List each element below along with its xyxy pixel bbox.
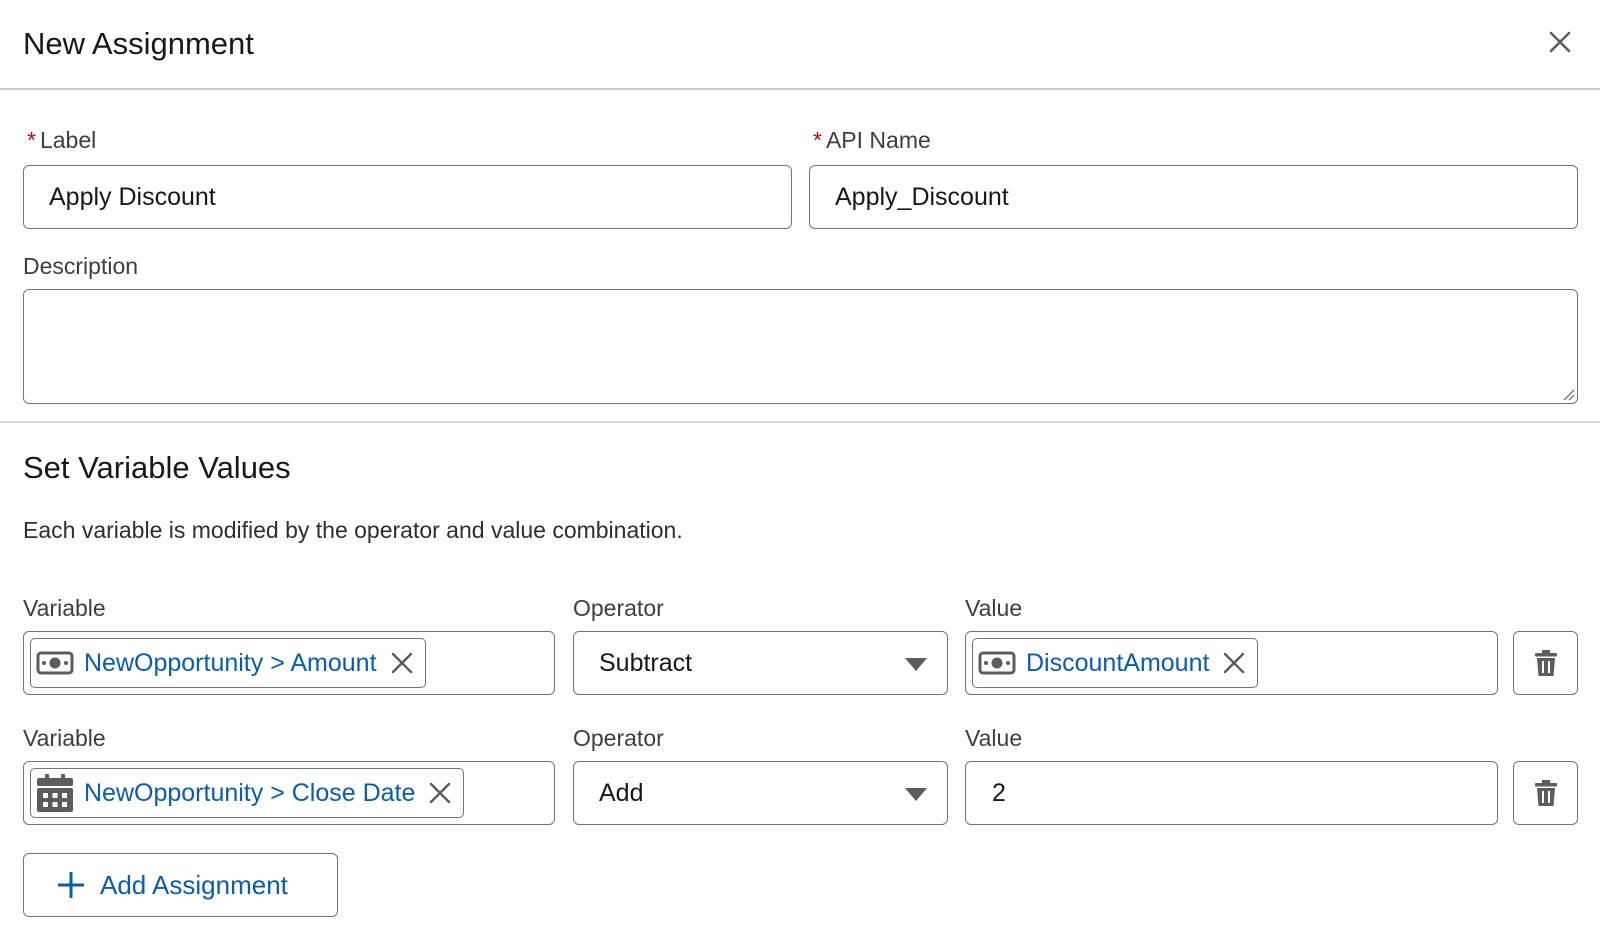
plus-icon — [58, 872, 84, 898]
delete-assignment-button[interactable] — [1513, 761, 1578, 825]
remove-variable-button[interactable] — [425, 778, 455, 808]
operator-select[interactable]: Subtract — [573, 631, 948, 695]
api-name-field-label: * API Name — [813, 127, 931, 154]
currency-icon — [978, 644, 1016, 682]
remove-variable-button[interactable] — [387, 648, 417, 678]
operator-field-label: Operator — [573, 725, 664, 751]
resize-handle-icon[interactable] — [1559, 385, 1575, 401]
add-assignment-button[interactable]: Add Assignment — [23, 853, 338, 917]
dialog-title: New Assignment — [23, 26, 254, 61]
value-pill: DiscountAmount — [972, 638, 1259, 688]
label-input-value: Apply Discount — [49, 182, 216, 211]
variable-pill: NewOpportunity > Amount — [30, 638, 426, 688]
api-name-input-value: Apply_Discount — [835, 182, 1009, 211]
api-name-input[interactable]: Apply_Discount — [809, 165, 1578, 229]
variable-combobox[interactable]: NewOpportunity > Amount — [23, 631, 555, 695]
currency-icon — [36, 644, 74, 682]
trash-icon — [1534, 780, 1557, 806]
operator-field-label: Operator — [573, 595, 664, 621]
trash-icon — [1534, 650, 1557, 676]
section-help-text: Each variable is modified by the operato… — [23, 517, 683, 543]
close-icon — [430, 782, 451, 804]
calendar-icon — [36, 774, 74, 812]
chevron-down-icon — [905, 788, 927, 801]
value-field-label: Value — [965, 595, 1023, 621]
api-name-field-label-text: API Name — [825, 127, 931, 153]
label-field-label: * Label — [27, 127, 96, 154]
label-input[interactable]: Apply Discount — [23, 165, 792, 229]
variable-field-label: Variable — [23, 595, 106, 621]
close-icon — [1549, 31, 1571, 53]
variable-field-label: Variable — [23, 725, 106, 751]
required-marker: * — [813, 127, 822, 153]
value-combobox[interactable]: DiscountAmount — [965, 631, 1498, 695]
remove-value-button[interactable] — [1219, 648, 1249, 678]
description-field-label: Description — [23, 253, 139, 279]
dialog-header: New Assignment — [0, 0, 1600, 90]
required-marker: * — [27, 127, 36, 153]
section-divider — [0, 421, 1600, 423]
close-icon — [1224, 652, 1245, 674]
operator-select-value: Add — [599, 778, 644, 807]
delete-assignment-button[interactable] — [1513, 631, 1578, 695]
add-assignment-label: Add Assignment — [100, 869, 288, 900]
value-input[interactable]: 2 — [965, 761, 1498, 825]
label-field-label-text: Label — [39, 127, 97, 153]
close-button[interactable] — [1542, 24, 1578, 60]
description-textarea[interactable] — [23, 289, 1578, 404]
value-pill-text: DiscountAmount — [1026, 648, 1210, 677]
chevron-down-icon — [905, 658, 927, 671]
close-icon — [391, 652, 412, 674]
value-input-value: 2 — [992, 778, 1006, 807]
variable-combobox[interactable]: NewOpportunity > Close Date — [23, 761, 555, 825]
variable-pill: NewOpportunity > Close Date — [30, 768, 465, 818]
value-field-label: Value — [965, 725, 1023, 751]
variable-pill-text: NewOpportunity > Close Date — [84, 778, 416, 807]
operator-select-value: Subtract — [599, 648, 693, 677]
section-title: Set Variable Values — [23, 450, 291, 485]
operator-select[interactable]: Add — [573, 761, 948, 825]
new-assignment-dialog: New Assignment * Label Apply Discount * AP… — [0, 0, 1600, 952]
variable-pill-text: NewOpportunity > Amount — [84, 648, 377, 677]
